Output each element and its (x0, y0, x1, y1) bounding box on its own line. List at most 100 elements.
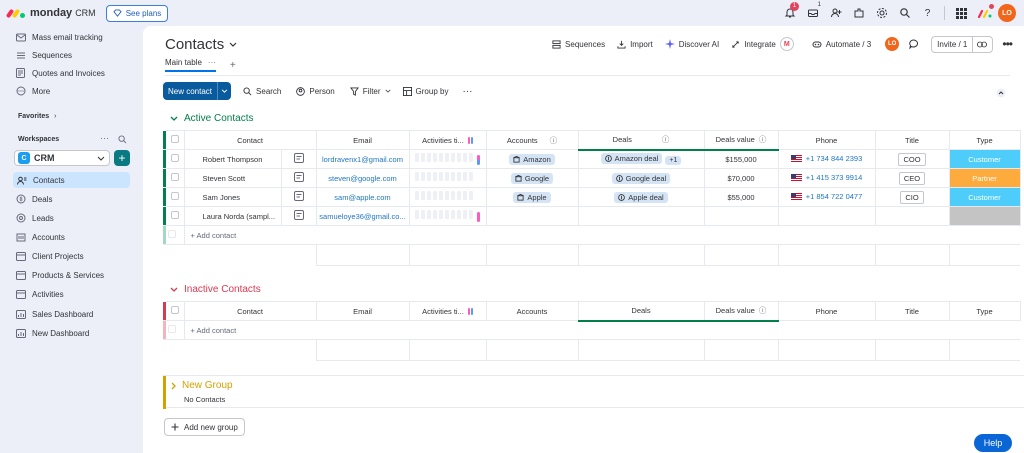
activities-cell[interactable] (409, 206, 487, 226)
activities-cell[interactable] (409, 149, 487, 169)
inbox-button[interactable]: 1 (801, 2, 824, 24)
type-status-cell[interactable]: Partner (949, 168, 1021, 188)
column-header-deals[interactable]: Deals (578, 301, 705, 322)
open-item-button[interactable] (281, 187, 317, 207)
sidebar-item-more[interactable]: More (15, 83, 50, 99)
accounts-cell[interactable]: Amazon (486, 149, 579, 169)
group-by-tool[interactable]: Group by (402, 86, 448, 96)
account-chip[interactable]: Google (510, 172, 554, 184)
deal-value-cell[interactable]: $55,000 (704, 187, 779, 207)
column-header-email[interactable]: Email (316, 301, 410, 321)
column-header-deals-value[interactable]: Deals value ⓘ (704, 301, 779, 322)
copy-link-button[interactable] (972, 36, 988, 52)
group-active-contacts-header[interactable]: Active Contacts (170, 113, 253, 124)
select-all-checkbox[interactable] (166, 301, 185, 321)
more-deals-badge[interactable]: +1 (665, 156, 682, 166)
person-filter[interactable]: Person (296, 87, 335, 96)
deals-cell[interactable]: Apple deal (578, 187, 705, 207)
add-contact-row[interactable]: + Add contact (163, 225, 1020, 245)
select-all-checkbox[interactable] (166, 130, 185, 150)
column-header-accounts[interactable]: Accounts ⓘ (486, 130, 579, 150)
new-contact-button[interactable]: New contact (163, 82, 232, 100)
sidebar-item-activities[interactable]: Activities (15, 286, 64, 302)
search-button[interactable] (893, 2, 916, 24)
phone-cell[interactable]: +1 415 373 9914 (778, 168, 876, 188)
sidebar-item-sequences[interactable]: Sequences (15, 47, 72, 63)
sidebar-item-new-dashboard[interactable]: New Dashboard (15, 325, 89, 341)
tab-main-table[interactable]: Main table ··· (165, 58, 216, 72)
row-checkbox[interactable] (166, 168, 185, 188)
email-cell[interactable]: samueloye36@gmail.co... (316, 206, 410, 226)
add-contact-input[interactable]: + Add contact (184, 320, 1020, 340)
updates-button[interactable] (909, 39, 923, 49)
automate-button[interactable]: Automate / 3 (812, 40, 871, 49)
account-chip[interactable]: Amazon (509, 153, 555, 165)
add-new-group-button[interactable]: Add new group (164, 418, 245, 436)
sidebar-item-client-projects[interactable]: Client Projects (15, 248, 84, 264)
table-row[interactable]: Laura Norda (sampl... samueloye36@gmail.… (163, 206, 1021, 226)
column-header-type[interactable]: Type (949, 301, 1021, 321)
column-header-title[interactable]: Title (875, 130, 950, 150)
title-cell[interactable]: COO (875, 149, 950, 169)
column-header-title[interactable]: Title (875, 301, 950, 321)
activities-cell[interactable] (409, 168, 487, 188)
sidebar-item-deals[interactable]: Deals (15, 191, 52, 207)
open-item-button[interactable] (281, 206, 317, 226)
email-cell[interactable]: sam@apple.com (316, 187, 410, 207)
favorites-section[interactable]: Favorites › (18, 113, 56, 120)
column-header-phone[interactable]: Phone (778, 130, 876, 150)
toolbar-more-button[interactable]: ··· (462, 86, 472, 97)
group-new-group-header[interactable]: New Group (171, 380, 233, 391)
column-header-contact[interactable]: Contact (184, 130, 317, 150)
activities-cell[interactable] (409, 187, 487, 207)
sidebar-item-quotes-invoices[interactable]: Quotes and Invoices (15, 65, 105, 81)
phone-cell[interactable] (778, 206, 876, 226)
add-contact-input[interactable]: + Add contact (184, 225, 1020, 245)
deal-value-cell[interactable]: $155,000 (704, 149, 779, 169)
type-status-cell[interactable] (949, 206, 1021, 226)
search-tool[interactable]: Search (243, 87, 281, 96)
new-contact-dropdown[interactable] (217, 82, 231, 100)
column-header-accounts[interactable]: Accounts (486, 301, 579, 321)
workspace-selector[interactable]: C CRM (14, 150, 110, 166)
workspace-options-icon[interactable]: ··· (100, 133, 109, 143)
title-cell[interactable]: CIO (875, 187, 950, 207)
deal-value-cell[interactable]: $70,000 (704, 168, 779, 188)
add-workspace-item-button[interactable]: + (114, 150, 130, 166)
title-cell[interactable]: CEO (875, 168, 950, 188)
import-button[interactable]: Import (617, 40, 653, 49)
column-header-deals-value[interactable]: Deals value ⓘ (704, 130, 779, 151)
column-header-activities[interactable]: Activities ti... (409, 301, 487, 321)
open-item-button[interactable] (281, 149, 317, 169)
group-new-group[interactable]: New Group No Contacts (163, 375, 1024, 409)
add-contact-row[interactable]: + Add contact (163, 320, 1020, 340)
table-row[interactable]: Robert Thompson lordravenx1@gmail.com Am… (163, 149, 1021, 169)
column-header-email[interactable]: Email (316, 130, 410, 150)
title-cell[interactable] (875, 206, 950, 226)
account-chip[interactable]: Apple (513, 191, 551, 203)
type-status-cell[interactable]: Customer (949, 149, 1021, 169)
column-header-contact[interactable]: Contact (184, 301, 317, 321)
discover-ai-button[interactable]: Discover AI (664, 39, 719, 49)
contact-name[interactable]: Sam Jones (184, 187, 282, 207)
table-row[interactable]: Steven Scott steven@google.com Google Go… (163, 168, 1021, 188)
board-menu-button[interactable]: ••• (1002, 37, 1013, 51)
tab-options-icon[interactable]: ··· (208, 58, 216, 67)
sidebar-item-products-services[interactable]: Products & Services (15, 267, 104, 283)
deals-cell[interactable] (578, 206, 705, 226)
deals-cell[interactable]: Amazon deal +1 (578, 149, 705, 169)
contact-name[interactable]: Robert Thompson (184, 149, 282, 169)
table-row[interactable]: Sam Jones sam@apple.com Apple Apple deal… (163, 187, 1021, 207)
type-status-cell[interactable]: Customer (949, 187, 1021, 207)
notifications-button[interactable]: 1 (778, 2, 801, 24)
email-cell[interactable]: lordravenx1@gmail.com (316, 149, 410, 169)
account-brand-button[interactable] (973, 2, 996, 24)
row-checkbox[interactable] (166, 187, 185, 207)
invite-button[interactable]: Invite / 1 (931, 35, 994, 53)
group-inactive-contacts-header[interactable]: Inactive Contacts (170, 284, 261, 295)
contact-name[interactable]: Laura Norda (sampl... (184, 206, 282, 226)
phone-cell[interactable]: +1 854 722 0477 (778, 187, 876, 207)
deal-chip[interactable]: Amazon deal (600, 153, 663, 165)
email-cell[interactable]: steven@google.com (316, 168, 410, 188)
deals-cell[interactable]: Google deal (578, 168, 705, 188)
